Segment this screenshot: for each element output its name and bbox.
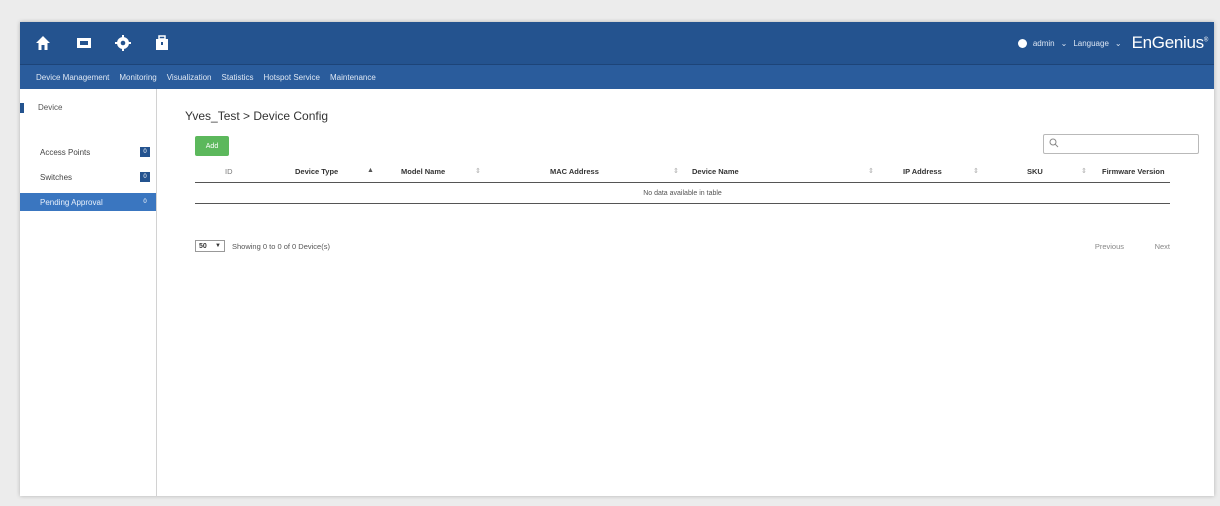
column-firmware-version[interactable]: Firmware Version [1102, 167, 1165, 176]
page-title: Yves_Test > Device Config [185, 109, 329, 123]
chevron-down-icon: ▼ [215, 243, 221, 249]
search-icon [1049, 138, 1059, 148]
user-menu[interactable]: admin [1033, 39, 1055, 48]
column-model-name[interactable]: Model Name [401, 167, 445, 176]
chevron-down-icon: ⌄ [1114, 38, 1122, 48]
chevron-down-icon: ⌄ [1060, 38, 1068, 48]
sidebar-item-switches[interactable]: Switches 0 [20, 168, 156, 186]
sidebar-item-label: Switches [40, 172, 73, 182]
count-badge: 0 [140, 172, 150, 182]
next-page-button[interactable]: Next [1155, 242, 1170, 251]
sidebar-item-access-points[interactable]: Access Points 0 [20, 143, 156, 161]
user-icon [1017, 38, 1027, 48]
language-menu[interactable]: Language [1073, 39, 1109, 48]
column-mac-address[interactable]: MAC Address [550, 167, 599, 176]
menu-device-management[interactable]: Device Management [36, 73, 109, 82]
column-sku[interactable]: SKU [1027, 167, 1043, 176]
menu-monitoring[interactable]: Monitoring [119, 73, 156, 82]
sort-icon[interactable]: ⇕ [1081, 167, 1087, 175]
column-id[interactable]: ID [225, 167, 233, 176]
section-marker [20, 103, 24, 113]
showing-info: Showing 0 to 0 of 0 Device(s) [232, 242, 330, 251]
menu-visualization[interactable]: Visualization [167, 73, 212, 82]
previous-page-button[interactable]: Previous [1095, 242, 1124, 251]
sort-icon[interactable]: ⇕ [673, 167, 679, 175]
main-menu: Device Management Monitoring Visualizati… [20, 65, 1214, 89]
sort-icon[interactable]: ⇕ [475, 167, 481, 175]
count-badge: 0 [140, 147, 150, 157]
sidebar-item-pending-approval[interactable]: Pending Approval 0 [20, 193, 156, 211]
briefcase-icon[interactable] [153, 34, 171, 52]
search-input[interactable] [1043, 134, 1199, 154]
monitor-icon[interactable] [75, 34, 93, 52]
menu-hotspot-service[interactable]: Hotspot Service [264, 73, 320, 82]
app-window: admin ⌄ Language ⌄ EnGenius® Device Mana… [20, 22, 1214, 496]
empty-table-row: No data available in table [195, 183, 1170, 204]
gear-icon[interactable] [114, 34, 132, 52]
sort-asc-icon[interactable]: ▲ [367, 167, 374, 174]
brand-logo: EnGenius® [1131, 33, 1209, 52]
add-button[interactable]: Add [195, 136, 229, 156]
pagination-bar: 50 ▼ Showing 0 to 0 of 0 Device(s) Previ… [195, 239, 1170, 255]
device-table: ID Device Type ▲ Model Name ⇕ MAC Addres… [195, 162, 1170, 204]
menu-statistics[interactable]: Statistics [222, 73, 254, 82]
table-header: ID Device Type ▲ Model Name ⇕ MAC Addres… [195, 162, 1170, 183]
count-badge: 0 [143, 199, 147, 205]
page-size-value: 50 [199, 242, 207, 250]
main-content: Yves_Test > Device Config Add ID Device … [157, 89, 1214, 496]
column-device-name[interactable]: Device Name [692, 167, 739, 176]
top-bar: admin ⌄ Language ⌄ EnGenius® [20, 22, 1214, 65]
sort-icon[interactable]: ⇕ [973, 167, 979, 175]
menu-maintenance[interactable]: Maintenance [330, 73, 376, 82]
sidebar-item-label: Access Points [40, 147, 91, 157]
header-right: admin ⌄ Language ⌄ EnGenius® [1017, 30, 1209, 56]
sidebar-section-label: Device [38, 103, 63, 112]
sort-icon[interactable]: ⇕ [868, 167, 874, 175]
home-icon[interactable] [34, 34, 52, 52]
page-size-select[interactable]: 50 ▼ [195, 240, 225, 252]
column-ip-address[interactable]: IP Address [903, 167, 942, 176]
sidebar: Device Access Points 0 Switches 0 Pendin… [20, 89, 157, 496]
sidebar-item-label: Pending Approval [40, 197, 103, 207]
column-device-type[interactable]: Device Type [295, 167, 338, 176]
sidebar-section-device[interactable]: Device [20, 103, 63, 113]
